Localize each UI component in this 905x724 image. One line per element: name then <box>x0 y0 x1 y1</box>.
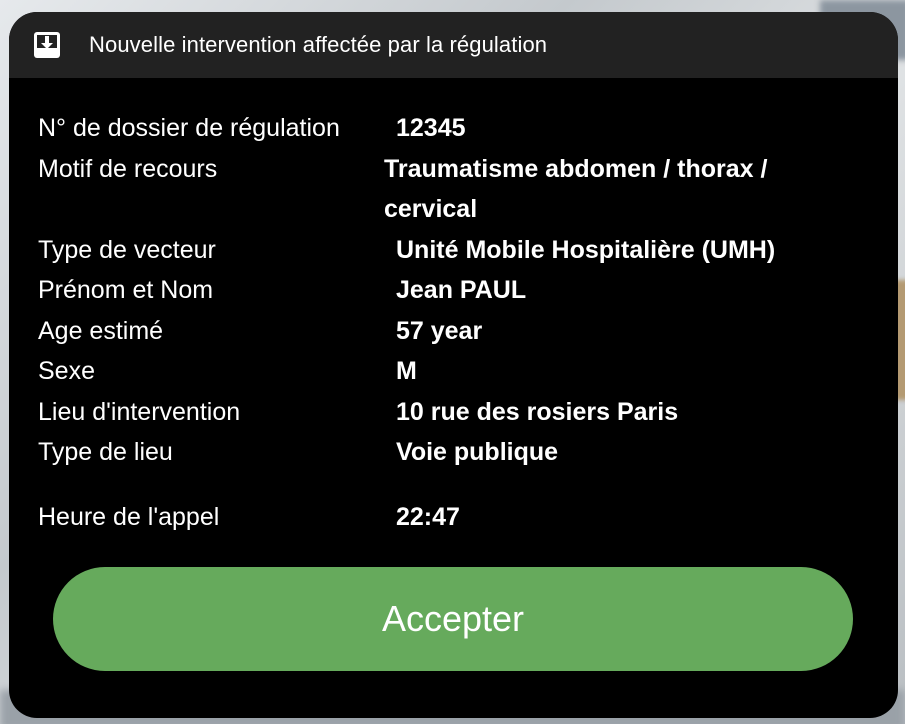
detail-label: Motif de recours <box>38 154 218 183</box>
accept-button[interactable]: Accepter <box>53 567 853 671</box>
detail-label: Age estimé <box>38 316 164 345</box>
dialog-header: Nouvelle intervention affectée par la ré… <box>9 12 898 78</box>
detail-value: 10 rue des rosiers Paris <box>396 397 679 426</box>
detail-row-lieu: Lieu d'intervention 10 rue des rosiers P… <box>38 392 878 433</box>
dialog-title: Nouvelle intervention affectée par la ré… <box>89 32 548 57</box>
detail-row-heure: Heure de l'appel 22:47 <box>38 497 878 538</box>
detail-label: Prénom et Nom <box>38 276 214 304</box>
detail-value: Jean PAUL <box>396 276 527 304</box>
detail-row-type-lieu: Type de lieu Voie publique <box>38 432 878 473</box>
details-list: N° de dossier de régulation 12345 Motif … <box>38 108 878 537</box>
detail-row-age: Age estimé 57 year <box>38 311 878 352</box>
detail-value: Unité Mobile Hospitalière (UMH) <box>396 235 776 264</box>
detail-row-motif: Motif de recours Traumatisme abdomen / t… <box>38 149 878 230</box>
detail-label: Sexe <box>38 357 95 385</box>
intervention-dialog: Nouvelle intervention affectée par la ré… <box>9 12 898 718</box>
detail-label: Heure de l'appel <box>38 502 220 531</box>
detail-row-nom: Prénom et Nom Jean PAUL <box>38 270 878 311</box>
detail-value: 57 year <box>396 316 483 345</box>
detail-value: 22:47 <box>396 502 460 531</box>
detail-value: M <box>396 357 417 385</box>
detail-value: 12345 <box>396 114 466 142</box>
detail-label: Type de vecteur <box>38 235 216 264</box>
detail-label: Lieu d'intervention <box>38 397 241 426</box>
detail-row-dossier: N° de dossier de régulation 12345 <box>38 108 878 149</box>
detail-value: Voie publique <box>396 438 559 466</box>
detail-value: Traumatisme abdomen / thorax / cervical <box>384 154 768 224</box>
detail-label: Type de lieu <box>38 438 173 466</box>
download-box-icon <box>33 31 61 59</box>
detail-row-sexe: Sexe M <box>38 351 878 392</box>
detail-row-vecteur: Type de vecteur Unité Mobile Hospitalièr… <box>38 230 878 271</box>
detail-label: N° de dossier de régulation <box>38 114 340 142</box>
